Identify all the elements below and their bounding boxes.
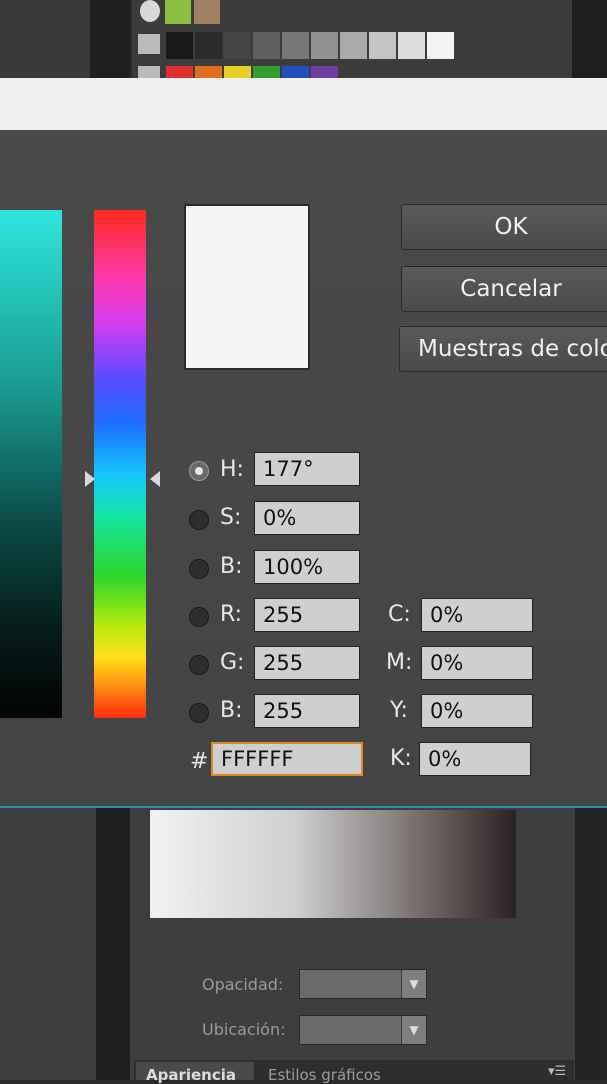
radio-g[interactable]	[189, 655, 209, 675]
panel-edge-lower	[575, 808, 607, 1080]
label-r: R:	[220, 602, 243, 627]
swatches-panel	[132, 0, 572, 80]
panel-divider-lower	[96, 808, 130, 1080]
swatch-gray[interactable]	[253, 32, 280, 59]
dialog-body: OK Cancelar Muestras de colo H: S: B: R:…	[0, 130, 607, 806]
input-y[interactable]	[421, 694, 533, 728]
label-s: S:	[220, 505, 242, 530]
label-blue: B:	[220, 698, 243, 723]
chevron-down-icon[interactable]: ▼	[401, 1016, 426, 1044]
panel-divider	[90, 0, 130, 80]
input-c[interactable]	[421, 598, 533, 632]
label-hex: #	[190, 749, 209, 774]
swatch-gray[interactable]	[224, 32, 251, 59]
location-label: Ubicación:	[202, 1020, 286, 1039]
location-dropdown[interactable]: ▼	[299, 1015, 427, 1045]
gradient-preview[interactable]	[150, 810, 516, 918]
color-picker-dialog: OK Cancelar Muestras de colo H: S: B: R:…	[0, 78, 607, 808]
swatch-gray[interactable]	[282, 32, 309, 59]
dialog-titlebar[interactable]	[0, 78, 607, 130]
input-g[interactable]	[254, 646, 360, 680]
swatch-gray[interactable]	[369, 32, 396, 59]
input-h[interactable]	[254, 452, 360, 486]
input-hex[interactable]	[211, 742, 363, 776]
opacity-label: Opacidad:	[202, 975, 284, 994]
saturation-brightness-field[interactable]	[0, 210, 62, 718]
radio-b[interactable]	[189, 559, 209, 579]
input-b[interactable]	[254, 550, 360, 584]
input-blue[interactable]	[254, 694, 360, 728]
tab-graphic-styles[interactable]: Estilos gráficos	[268, 1066, 381, 1084]
input-s[interactable]	[254, 501, 360, 535]
panel-menu-icon[interactable]: ▾☰	[548, 1064, 566, 1079]
input-r[interactable]	[254, 598, 360, 632]
label-y: Y:	[390, 698, 408, 723]
swatch-gray[interactable]	[340, 32, 367, 59]
chevron-down-icon[interactable]: ▼	[401, 970, 426, 998]
input-k[interactable]	[419, 742, 531, 776]
canvas-area-lower	[0, 808, 96, 1080]
label-k: K:	[390, 746, 412, 771]
color-swatches-button[interactable]: Muestras de colo	[399, 326, 607, 372]
swatch-gray[interactable]	[166, 32, 193, 59]
radio-blue[interactable]	[189, 703, 209, 723]
hue-slider-left-arrow-icon[interactable]	[85, 471, 95, 487]
panel-edge	[572, 0, 607, 80]
hue-slider-right-arrow-icon[interactable]	[150, 471, 160, 487]
label-g: G:	[220, 650, 245, 675]
color-preview	[184, 204, 310, 370]
radio-h[interactable]	[189, 461, 209, 481]
swatch-texture[interactable]	[194, 0, 220, 24]
pattern-swatch-icon[interactable]	[140, 0, 160, 22]
label-h: H:	[220, 457, 244, 482]
tab-appearance[interactable]: Apariencia	[146, 1066, 236, 1084]
ok-button[interactable]: OK	[401, 204, 607, 250]
swatch-gray[interactable]	[195, 32, 222, 59]
folder-icon[interactable]	[138, 34, 160, 54]
swatch-gray[interactable]	[398, 32, 425, 59]
radio-s[interactable]	[189, 510, 209, 530]
label-m: M:	[386, 650, 413, 675]
radio-r[interactable]	[189, 607, 209, 627]
label-b: B:	[220, 554, 243, 579]
swatch-gray[interactable]	[311, 32, 338, 59]
swatch-foliage[interactable]	[165, 0, 191, 24]
label-c: C:	[388, 602, 411, 627]
input-m[interactable]	[421, 646, 533, 680]
canvas-area	[0, 0, 90, 80]
opacity-dropdown[interactable]: ▼	[299, 969, 427, 999]
swatch-gray[interactable]	[427, 32, 454, 59]
hue-slider[interactable]	[94, 210, 146, 718]
cancel-button[interactable]: Cancelar	[401, 266, 607, 312]
